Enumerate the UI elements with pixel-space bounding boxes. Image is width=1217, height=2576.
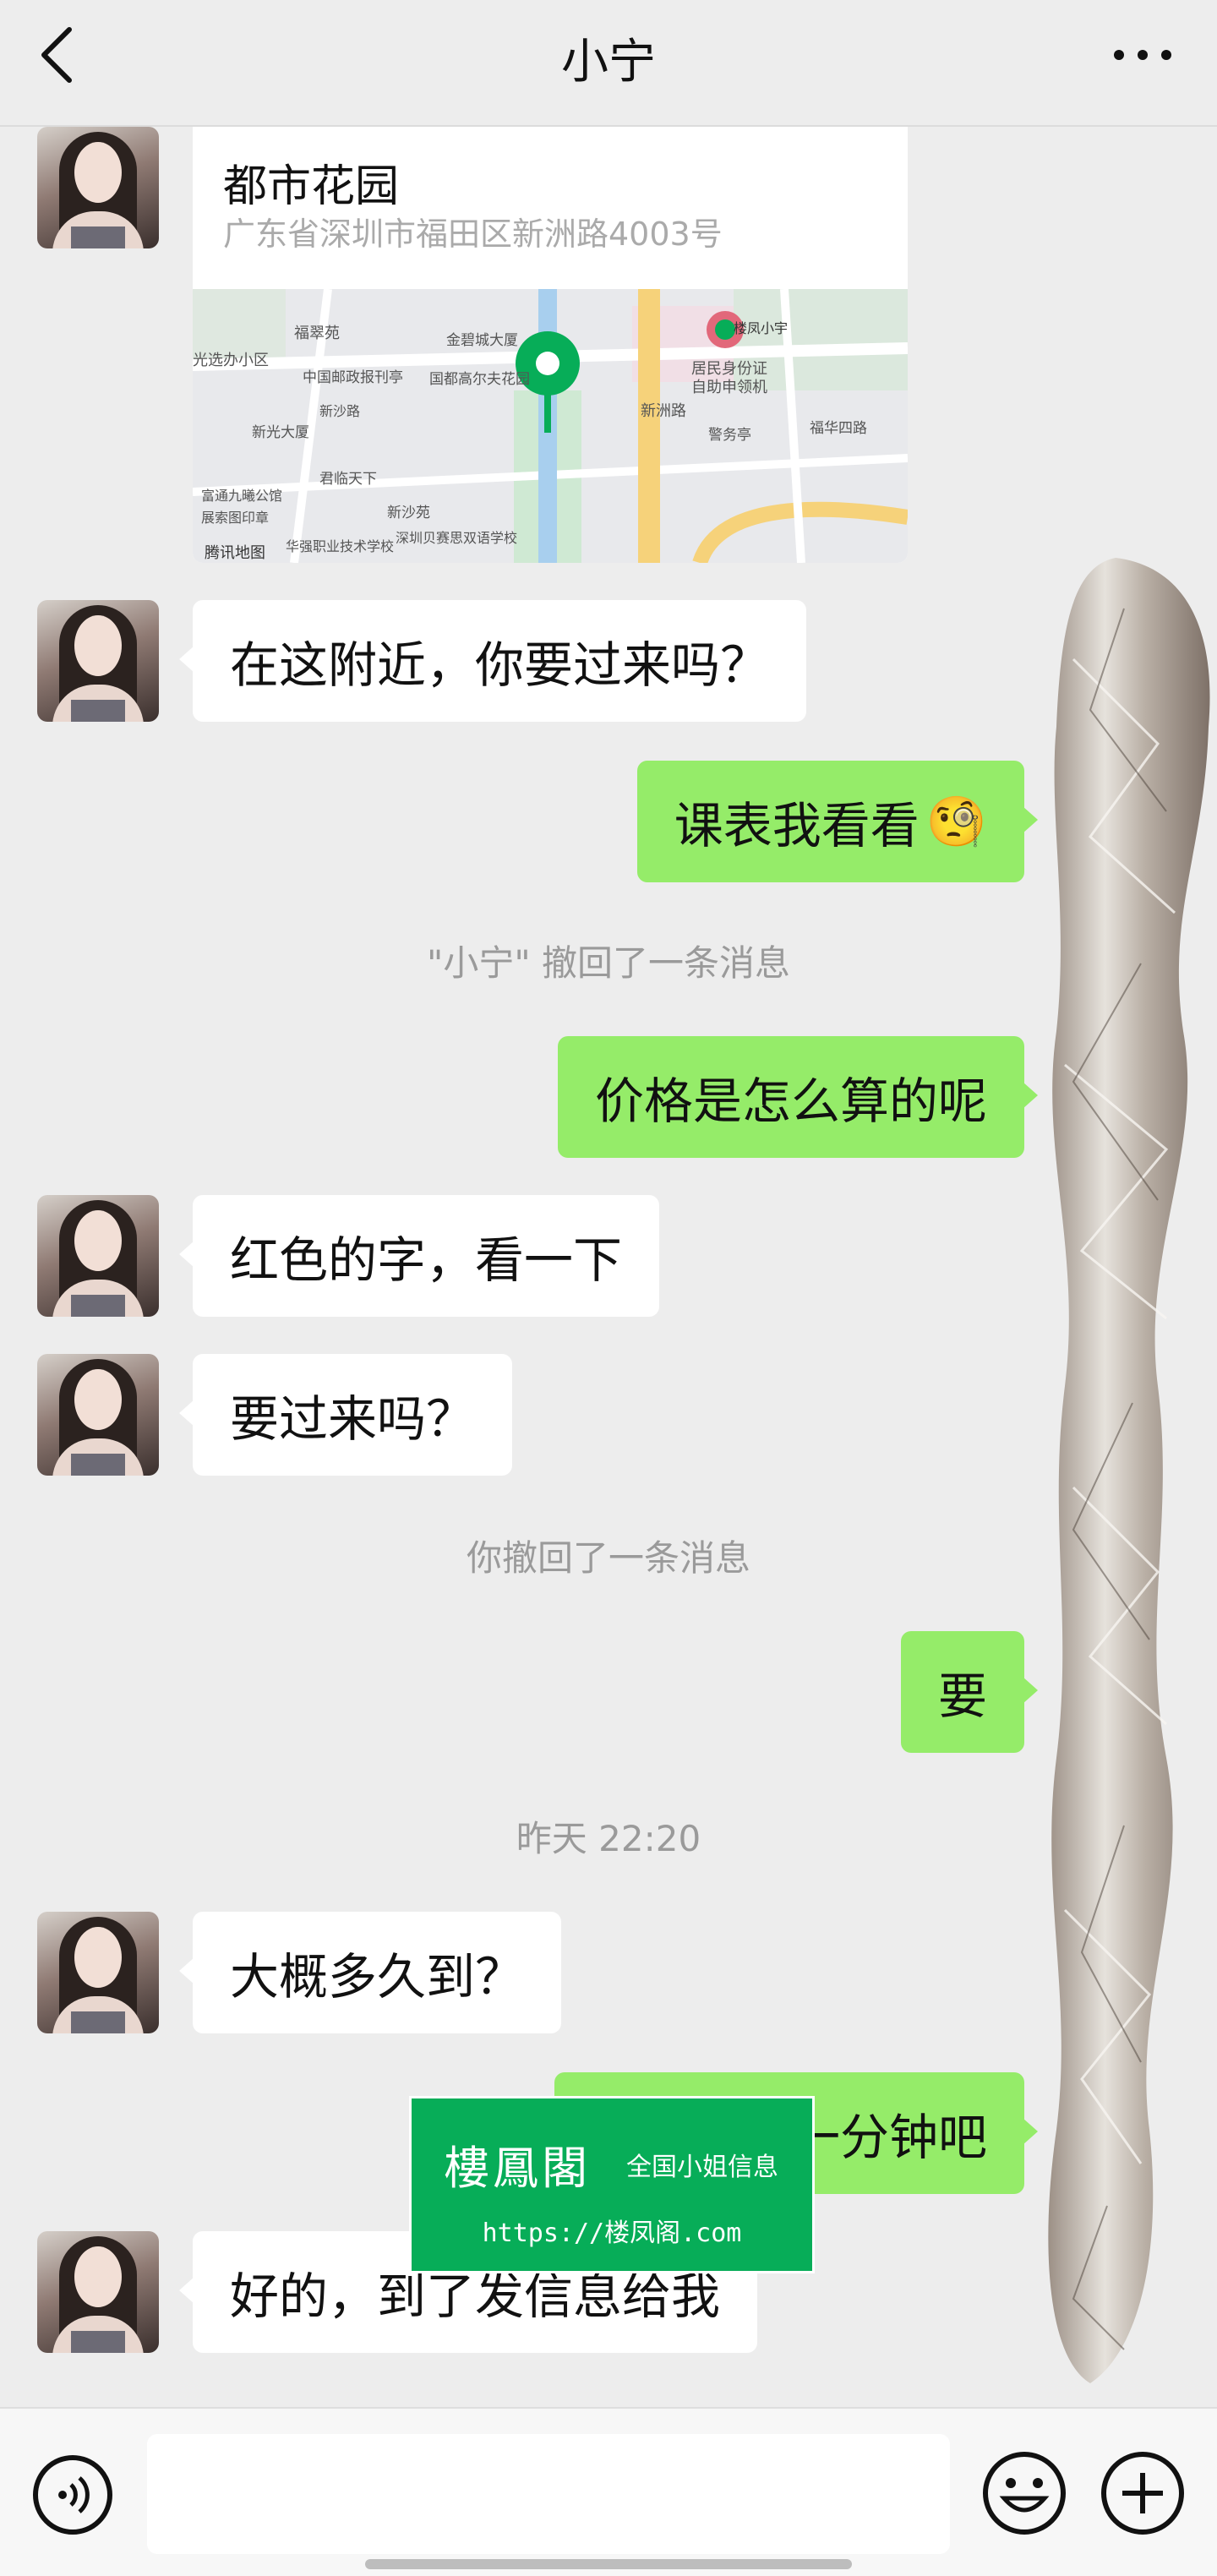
timestamp: 昨天 22:20 [516,1818,701,1859]
message-bubble-incoming[interactable]: 在这附近，你要过来吗？ [178,600,807,722]
recall-notice: 你撤回了一条消息 [466,1537,750,1579]
avatar[interactable] [37,1354,159,1476]
map-label: 光选办小区 [193,352,269,369]
message-bubble-incoming[interactable]: 红色的字，看一下 [178,1195,660,1317]
message-bubble-incoming[interactable]: 大概多久到？ [178,1912,562,2033]
map-label: 华强职业技术学校 [286,538,394,554]
message-text: 课表我看看 [674,797,920,854]
more-dots-icon[interactable] [1109,34,1176,76]
map-label: 中国邮政报刊亭 [303,369,403,386]
watermark-url: https://楼凤阁.com [482,2219,742,2248]
watermark-tag: 全国小姐信息 [626,2153,778,2182]
emoji-icon[interactable] [980,2449,1068,2537]
location-address: 广东省深圳市福田区新洲路4003号 [223,216,723,253]
map-label: 福翠苑 [294,325,340,342]
monocle-face-emoji-icon: 🧐 [925,792,987,850]
avatar[interactable] [37,2231,159,2353]
avatar[interactable] [37,127,159,248]
location-card[interactable]: 都市花园 广东省深圳市福田区新洲路4003号 福翠苑 光选办小区 中国邮政报刊亭… [193,127,908,563]
home-indicator [365,2559,852,2569]
map-label: 福华四路 [810,420,867,437]
avatar[interactable] [37,600,159,722]
map-label: 新洲路 [641,402,686,420]
watermark-brand: 樓鳳閣 [444,2142,591,2195]
watermark-banner: 樓鳳閣 全国小姐信息 https://楼凤阁.com [409,2096,815,2273]
message-bubble-incoming[interactable]: 要过来吗？ [178,1354,513,1476]
map-label: 新沙苑 [387,505,430,521]
message-input[interactable] [147,2434,950,2554]
map-label: 国都高尔夫花园 [429,371,530,388]
map-label: 深圳贝赛思双语学校 [396,530,517,546]
map-label: 富通九曦公馆 [201,488,282,504]
map-label: 展索图印章 [201,510,269,526]
map-preview: 福翠苑 光选办小区 中国邮政报刊亭 国都高尔夫花园 金碧城大厦 新沙路 新光大厦… [193,289,908,563]
location-name: 都市花园 [223,161,400,212]
map-label: 居民身份证 [691,360,767,378]
recall-notice: "小宁" 撤回了一条消息 [427,942,790,984]
message-bubble-outgoing[interactable]: 价格是怎么算的呢 [557,1036,1039,1158]
map-label: 自助申领机 [691,379,767,396]
map-label: 腾讯地图 [205,544,265,562]
map-label: 君临天下 [319,471,377,488]
voice-icon[interactable] [30,2453,115,2537]
message-bubble-outgoing[interactable]: 要 [900,1631,1039,1753]
crystal-sticker [1048,558,1210,2383]
avatar[interactable] [37,1195,159,1317]
map-label: 警务亭 [708,427,751,444]
map-label: 金碧城大厦 [446,332,518,349]
chat-title: 小宁 [561,35,656,90]
map-label: 新沙路 [319,403,360,419]
nav-bar: 小宁 [0,0,1217,127]
map-label: 新光大厦 [252,424,309,441]
message-bubble-outgoing[interactable]: 课表我看看 🧐 [636,761,1039,882]
input-bar [0,2407,1217,2576]
avatar[interactable] [37,1912,159,2033]
plus-icon[interactable] [1099,2449,1187,2537]
map-label: 楼凤小宇 [734,320,788,336]
